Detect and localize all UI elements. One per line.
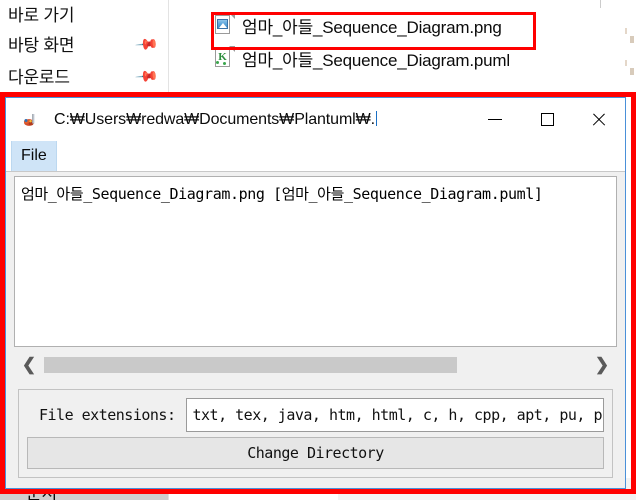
file-name-label: 엄마_아들_Sequence_Diagram.png bbox=[242, 17, 502, 37]
clipped-edge-mark bbox=[625, 60, 627, 66]
window-title: C:₩Users₩redwa₩Documents₩Plantuml₩. bbox=[54, 110, 377, 128]
clipped-edge-mark bbox=[630, 68, 634, 75]
sidebar-item-quick-access[interactable]: 바로 가기 bbox=[0, 0, 168, 28]
settings-panel: File extensions: txt, tex, java, htm, ht… bbox=[18, 389, 613, 478]
sidebar-item-downloads[interactable]: 다운로드 📌 bbox=[0, 60, 168, 90]
file-list-item-png[interactable]: 엄마_아들_Sequence_Diagram.png bbox=[212, 10, 502, 40]
maximize-icon[interactable] bbox=[521, 98, 573, 141]
minimize-icon[interactable] bbox=[469, 98, 521, 141]
file-extensions-label: File extensions: bbox=[39, 406, 176, 424]
png-image-file-icon bbox=[212, 13, 235, 36]
screen-root: 바로 가기 바탕 화면 📌 다운로드 📌 엄마_아들_Sequence_Diag… bbox=[0, 0, 636, 500]
window-controls bbox=[469, 98, 625, 141]
file-name-label: 엄마_아들_Sequence_Diagram.puml bbox=[242, 50, 510, 70]
window-titlebar[interactable]: C:₩Users₩redwa₩Documents₩Plantuml₩. bbox=[6, 98, 625, 141]
pin-icon: 📌 bbox=[134, 32, 160, 58]
file-extensions-input[interactable]: txt, tex, java, htm, html, c, h, cpp, ap… bbox=[185, 398, 604, 432]
horizontal-scrollbar[interactable]: ❮ ❯ bbox=[14, 349, 617, 381]
list-item[interactable]: 엄마_아들_Sequence_Diagram.png [엄마_아들_Sequen… bbox=[15, 177, 616, 204]
file-entries-list[interactable]: 엄마_아들_Sequence_Diagram.png [엄마_아들_Sequen… bbox=[14, 176, 617, 347]
close-icon[interactable] bbox=[573, 98, 625, 141]
plantuml-file-icon: K bbox=[212, 46, 235, 69]
clipped-edge-mark bbox=[625, 28, 627, 34]
menu-bar: File bbox=[6, 141, 625, 172]
plantuml-viewer-window: C:₩Users₩redwa₩Documents₩Plantuml₩. File… bbox=[5, 97, 626, 489]
sidebar-item-label: 바로 가기 bbox=[8, 5, 75, 25]
scrollbar-thumb[interactable] bbox=[44, 357, 457, 373]
sidebar-item-desktop[interactable]: 바탕 화면 📌 bbox=[0, 28, 168, 58]
scroll-right-icon[interactable]: ❯ bbox=[587, 350, 617, 380]
sidebar-item-label: 바탕 화면 bbox=[8, 35, 75, 55]
column-divider bbox=[600, 0, 601, 8]
java-duke-icon bbox=[20, 109, 42, 131]
file-extensions-row: File extensions: txt, tex, java, htm, ht… bbox=[27, 398, 604, 432]
scroll-left-icon[interactable]: ❮ bbox=[14, 350, 44, 380]
pin-icon: 📌 bbox=[134, 64, 160, 90]
file-list-item-puml[interactable]: K 엄마_아들_Sequence_Diagram.puml bbox=[212, 43, 510, 73]
menu-item-file[interactable]: File bbox=[11, 141, 57, 171]
sidebar-item-label: 다운로드 bbox=[8, 67, 70, 87]
scrollbar-track[interactable] bbox=[44, 357, 587, 373]
change-directory-button[interactable]: Change Directory bbox=[27, 437, 604, 469]
clipped-edge-mark bbox=[630, 36, 634, 43]
